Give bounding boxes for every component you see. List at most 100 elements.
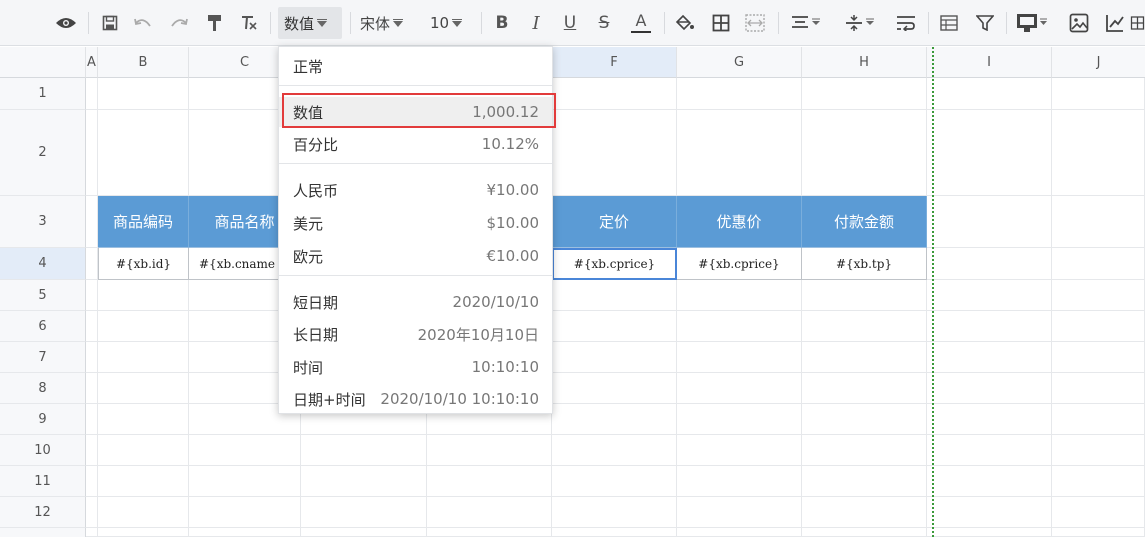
grid-cell[interactable]: [927, 280, 1052, 311]
filter-icon[interactable]: [972, 9, 998, 37]
format-option-eur[interactable]: 欧元 €10.00: [279, 241, 552, 271]
table-header-cell[interactable]: 定价: [552, 196, 677, 248]
grid-cell[interactable]: [86, 196, 98, 248]
grid-cell[interactable]: [927, 342, 1052, 373]
grid-cell[interactable]: [301, 497, 427, 528]
grid-cell[interactable]: [98, 342, 189, 373]
column-header-h[interactable]: H: [802, 47, 927, 78]
grid-cell[interactable]: [802, 78, 927, 110]
row-header-12[interactable]: 12: [0, 497, 86, 528]
select-all-corner[interactable]: [0, 47, 86, 78]
table-header-cell[interactable]: 优惠价: [677, 196, 802, 248]
font-size-dropdown[interactable]: 10: [430, 9, 463, 37]
row-header-11[interactable]: 11: [0, 466, 86, 497]
grid-cell[interactable]: [86, 466, 98, 497]
grid-cell[interactable]: [802, 497, 927, 528]
format-painter-icon[interactable]: [202, 9, 228, 37]
grid-cell[interactable]: [677, 78, 802, 110]
font-family-dropdown[interactable]: 宋体: [360, 9, 404, 37]
grid-cell[interactable]: [552, 78, 677, 110]
grid-cell[interactable]: [1052, 497, 1145, 528]
table-icon[interactable]: [936, 9, 962, 37]
grid-cell[interactable]: [552, 466, 677, 497]
grid-cell[interactable]: [552, 342, 677, 373]
template-cell[interactable]: #{xb.tp}: [802, 248, 927, 280]
grid-cell[interactable]: [1052, 342, 1145, 373]
font-color-icon[interactable]: A: [626, 9, 656, 37]
line-chart-icon[interactable]: [1102, 9, 1128, 37]
strikethrough-icon[interactable]: S: [592, 9, 616, 37]
grid-cell[interactable]: [927, 311, 1052, 342]
grid-cell[interactable]: [552, 404, 677, 435]
grid-cell[interactable]: [98, 311, 189, 342]
column-header-f[interactable]: F: [552, 47, 677, 78]
format-option-time[interactable]: 时间 10:10:10: [279, 352, 552, 382]
redo-icon[interactable]: [166, 9, 192, 37]
grid-cell[interactable]: [677, 497, 802, 528]
image-icon[interactable]: [1066, 9, 1092, 37]
clear-format-icon[interactable]: [236, 9, 262, 37]
row-header-9[interactable]: 9: [0, 404, 86, 435]
grid-cell[interactable]: [552, 528, 677, 537]
row-header-13[interactable]: [0, 528, 86, 537]
grid-cell[interactable]: [1052, 248, 1145, 280]
grid-cell[interactable]: [86, 280, 98, 311]
grid-cell[interactable]: [86, 435, 98, 466]
grid-cell[interactable]: [189, 435, 301, 466]
grid-cell[interactable]: [677, 466, 802, 497]
chart-fill-icon[interactable]: [1014, 9, 1050, 37]
align-horizontal-icon[interactable]: [788, 9, 824, 37]
number-format-dropdown[interactable]: 数值: [278, 7, 342, 39]
grid-cell[interactable]: [1052, 311, 1145, 342]
grid-cell[interactable]: [927, 248, 1052, 280]
format-option-long-date[interactable]: 长日期 2020年10月10日: [279, 319, 552, 349]
format-option-percent[interactable]: 百分比 10.12%: [279, 129, 552, 159]
underline-icon[interactable]: U: [558, 9, 582, 37]
grid-cell[interactable]: [552, 497, 677, 528]
grid-cell[interactable]: [301, 435, 427, 466]
column-header-i[interactable]: I: [927, 47, 1052, 78]
column-header-b[interactable]: B: [98, 47, 189, 78]
row-header-4[interactable]: 4: [0, 248, 86, 280]
row-header-6[interactable]: 6: [0, 311, 86, 342]
grid-cell[interactable]: [86, 373, 98, 404]
grid-cell[interactable]: [552, 373, 677, 404]
grid-cell[interactable]: [98, 280, 189, 311]
more-icon[interactable]: [1130, 9, 1145, 37]
merge-cells-icon[interactable]: [742, 9, 768, 37]
grid-cell[interactable]: [1052, 280, 1145, 311]
grid-cell[interactable]: [98, 404, 189, 435]
grid-cell[interactable]: [86, 528, 98, 537]
selected-template-cell[interactable]: #{xb.cprice}: [552, 248, 677, 280]
format-option-usd[interactable]: 美元 $10.00: [279, 208, 552, 238]
template-cell[interactable]: #{xb.cprice}: [677, 248, 802, 280]
grid-cell[interactable]: [802, 435, 927, 466]
row-header-5[interactable]: 5: [0, 280, 86, 311]
grid-cell[interactable]: [802, 466, 927, 497]
grid-cell[interactable]: [1052, 196, 1145, 248]
grid-cell[interactable]: [86, 404, 98, 435]
grid-cell[interactable]: [1052, 373, 1145, 404]
grid-cell[interactable]: [98, 78, 189, 110]
grid-cell[interactable]: [927, 110, 1052, 196]
grid-cell[interactable]: [1052, 404, 1145, 435]
grid-cell[interactable]: [552, 435, 677, 466]
grid-cell[interactable]: [677, 435, 802, 466]
grid-cell[interactable]: [677, 373, 802, 404]
grid-cell[interactable]: [301, 466, 427, 497]
grid-cell[interactable]: [98, 435, 189, 466]
grid-cell[interactable]: [98, 528, 189, 537]
grid-cell[interactable]: [86, 248, 98, 280]
template-cell[interactable]: #{xb.id}: [98, 248, 189, 280]
eye-icon[interactable]: [52, 9, 80, 37]
grid-cell[interactable]: [189, 528, 301, 537]
table-header-cell[interactable]: 付款金额: [802, 196, 927, 248]
grid-cell[interactable]: [677, 528, 802, 537]
italic-icon[interactable]: I: [524, 9, 548, 37]
row-header-2[interactable]: 2: [0, 110, 86, 196]
grid-cell[interactable]: [98, 497, 189, 528]
bold-icon[interactable]: B: [490, 9, 514, 37]
grid-cell[interactable]: [1052, 110, 1145, 196]
row-header-10[interactable]: 10: [0, 435, 86, 466]
format-option-short-date[interactable]: 短日期 2020/10/10: [279, 287, 552, 317]
